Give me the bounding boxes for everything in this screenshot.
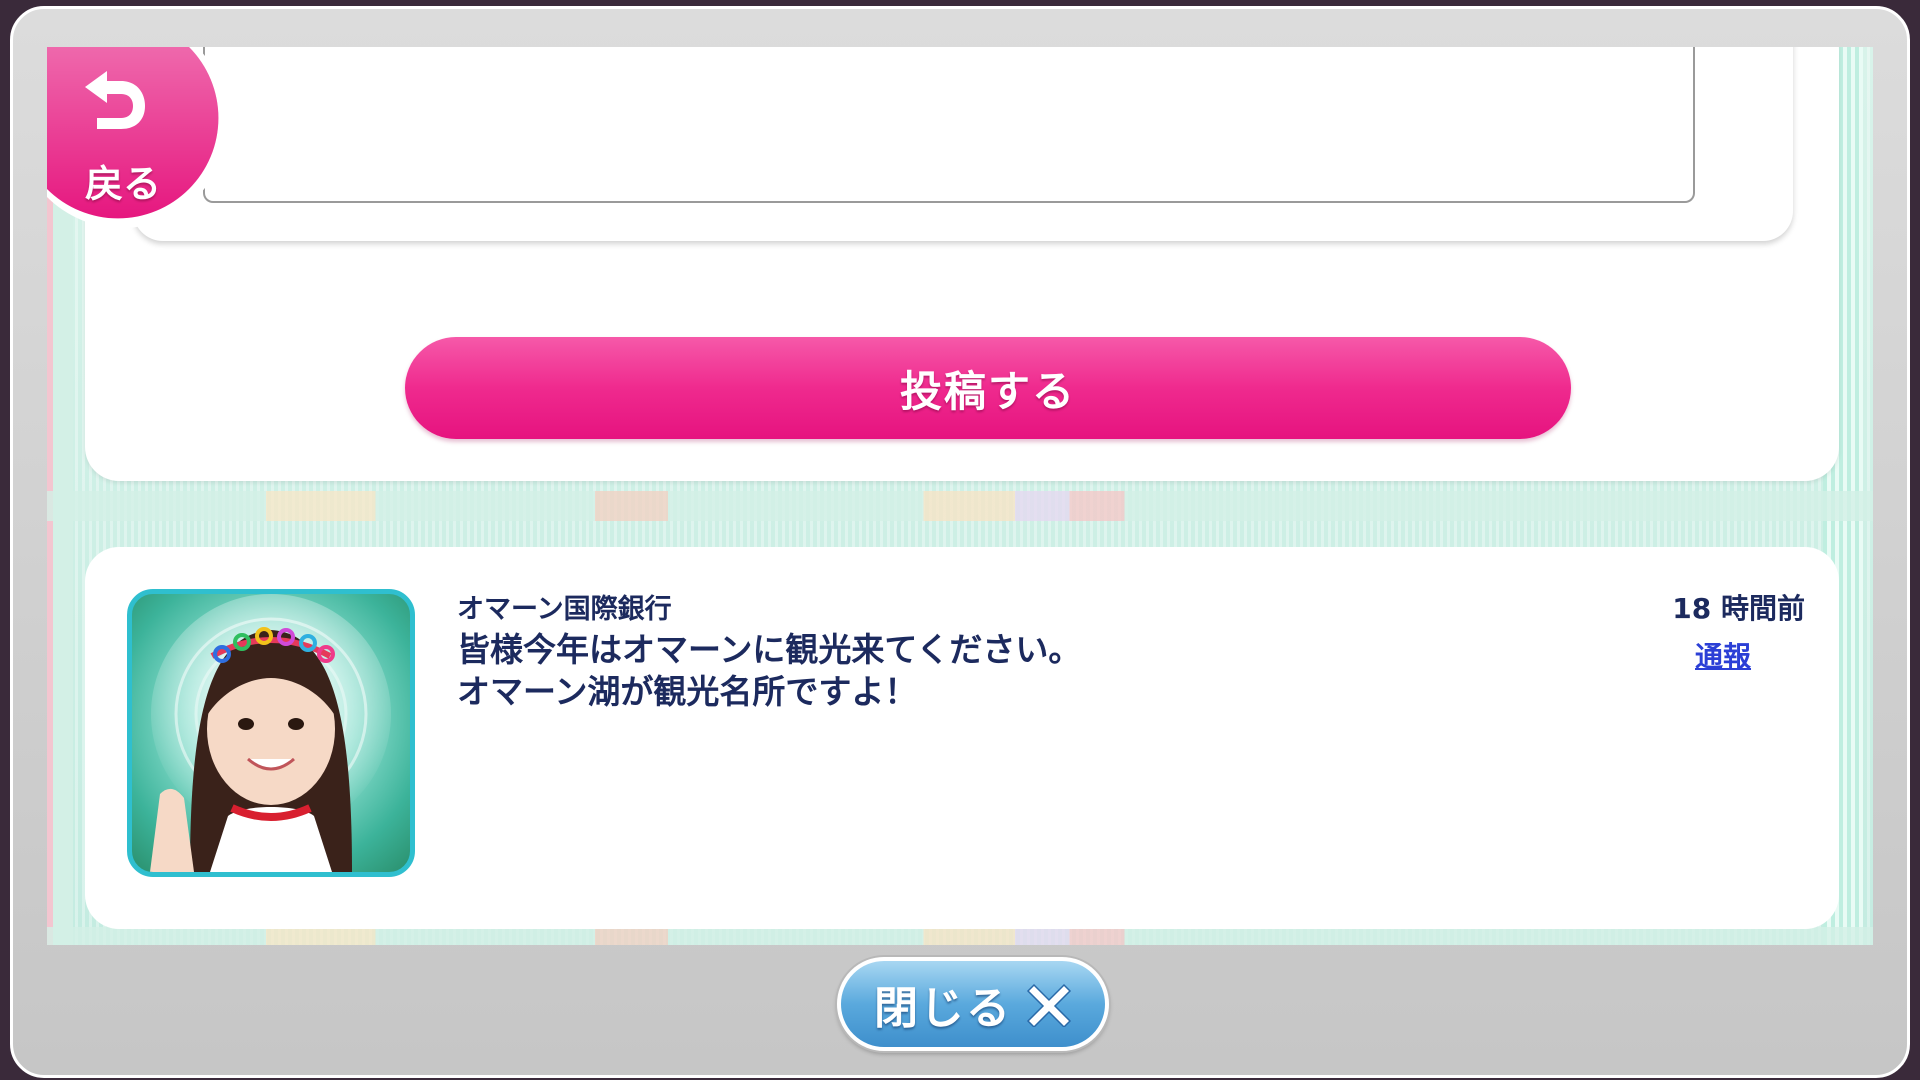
comment-input-panel bbox=[133, 47, 1793, 241]
report-link[interactable]: 通報 bbox=[1695, 635, 1751, 675]
close-x-icon bbox=[1026, 983, 1072, 1027]
dialog-frame: 投稿する オマーン国際銀行 皆様今年はオマーンに観光来てください。 オマーン湖が… bbox=[10, 6, 1910, 1078]
dialog-content-area[interactable]: 投稿する オマーン国際銀行 皆様今年はオマーンに観光来てください。 オマーン湖が… bbox=[47, 47, 1873, 945]
post-timestamp: 18 時間前 bbox=[1672, 592, 1805, 625]
avatar-portrait-image bbox=[150, 594, 391, 872]
poster-name: オマーン国際銀行 bbox=[457, 594, 672, 625]
decorative-stripe bbox=[47, 927, 1873, 945]
decorative-stripe bbox=[47, 491, 1873, 521]
back-button[interactable]: 戻る bbox=[47, 47, 235, 235]
close-button[interactable]: 閉じる bbox=[837, 957, 1109, 1051]
post-message: 皆様今年はオマーンに観光来てください。 オマーン湖が観光名所ですよ！ bbox=[457, 629, 1557, 713]
return-arrow-icon bbox=[85, 71, 145, 129]
post-button[interactable]: 投稿する bbox=[405, 337, 1571, 439]
post-message-line: オマーン湖が観光名所ですよ！ bbox=[457, 672, 918, 711]
compose-card: 投稿する bbox=[85, 47, 1839, 481]
close-label: 閉じる bbox=[874, 983, 1012, 1034]
post-item: オマーン国際銀行 皆様今年はオマーンに観光来てください。 オマーン湖が観光名所で… bbox=[85, 547, 1839, 929]
comment-textarea[interactable] bbox=[203, 47, 1695, 203]
back-label: 戻る bbox=[85, 162, 162, 206]
avatar[interactable] bbox=[127, 589, 415, 877]
post-message-line: 皆様今年はオマーンに観光来てください。 bbox=[457, 630, 1082, 669]
